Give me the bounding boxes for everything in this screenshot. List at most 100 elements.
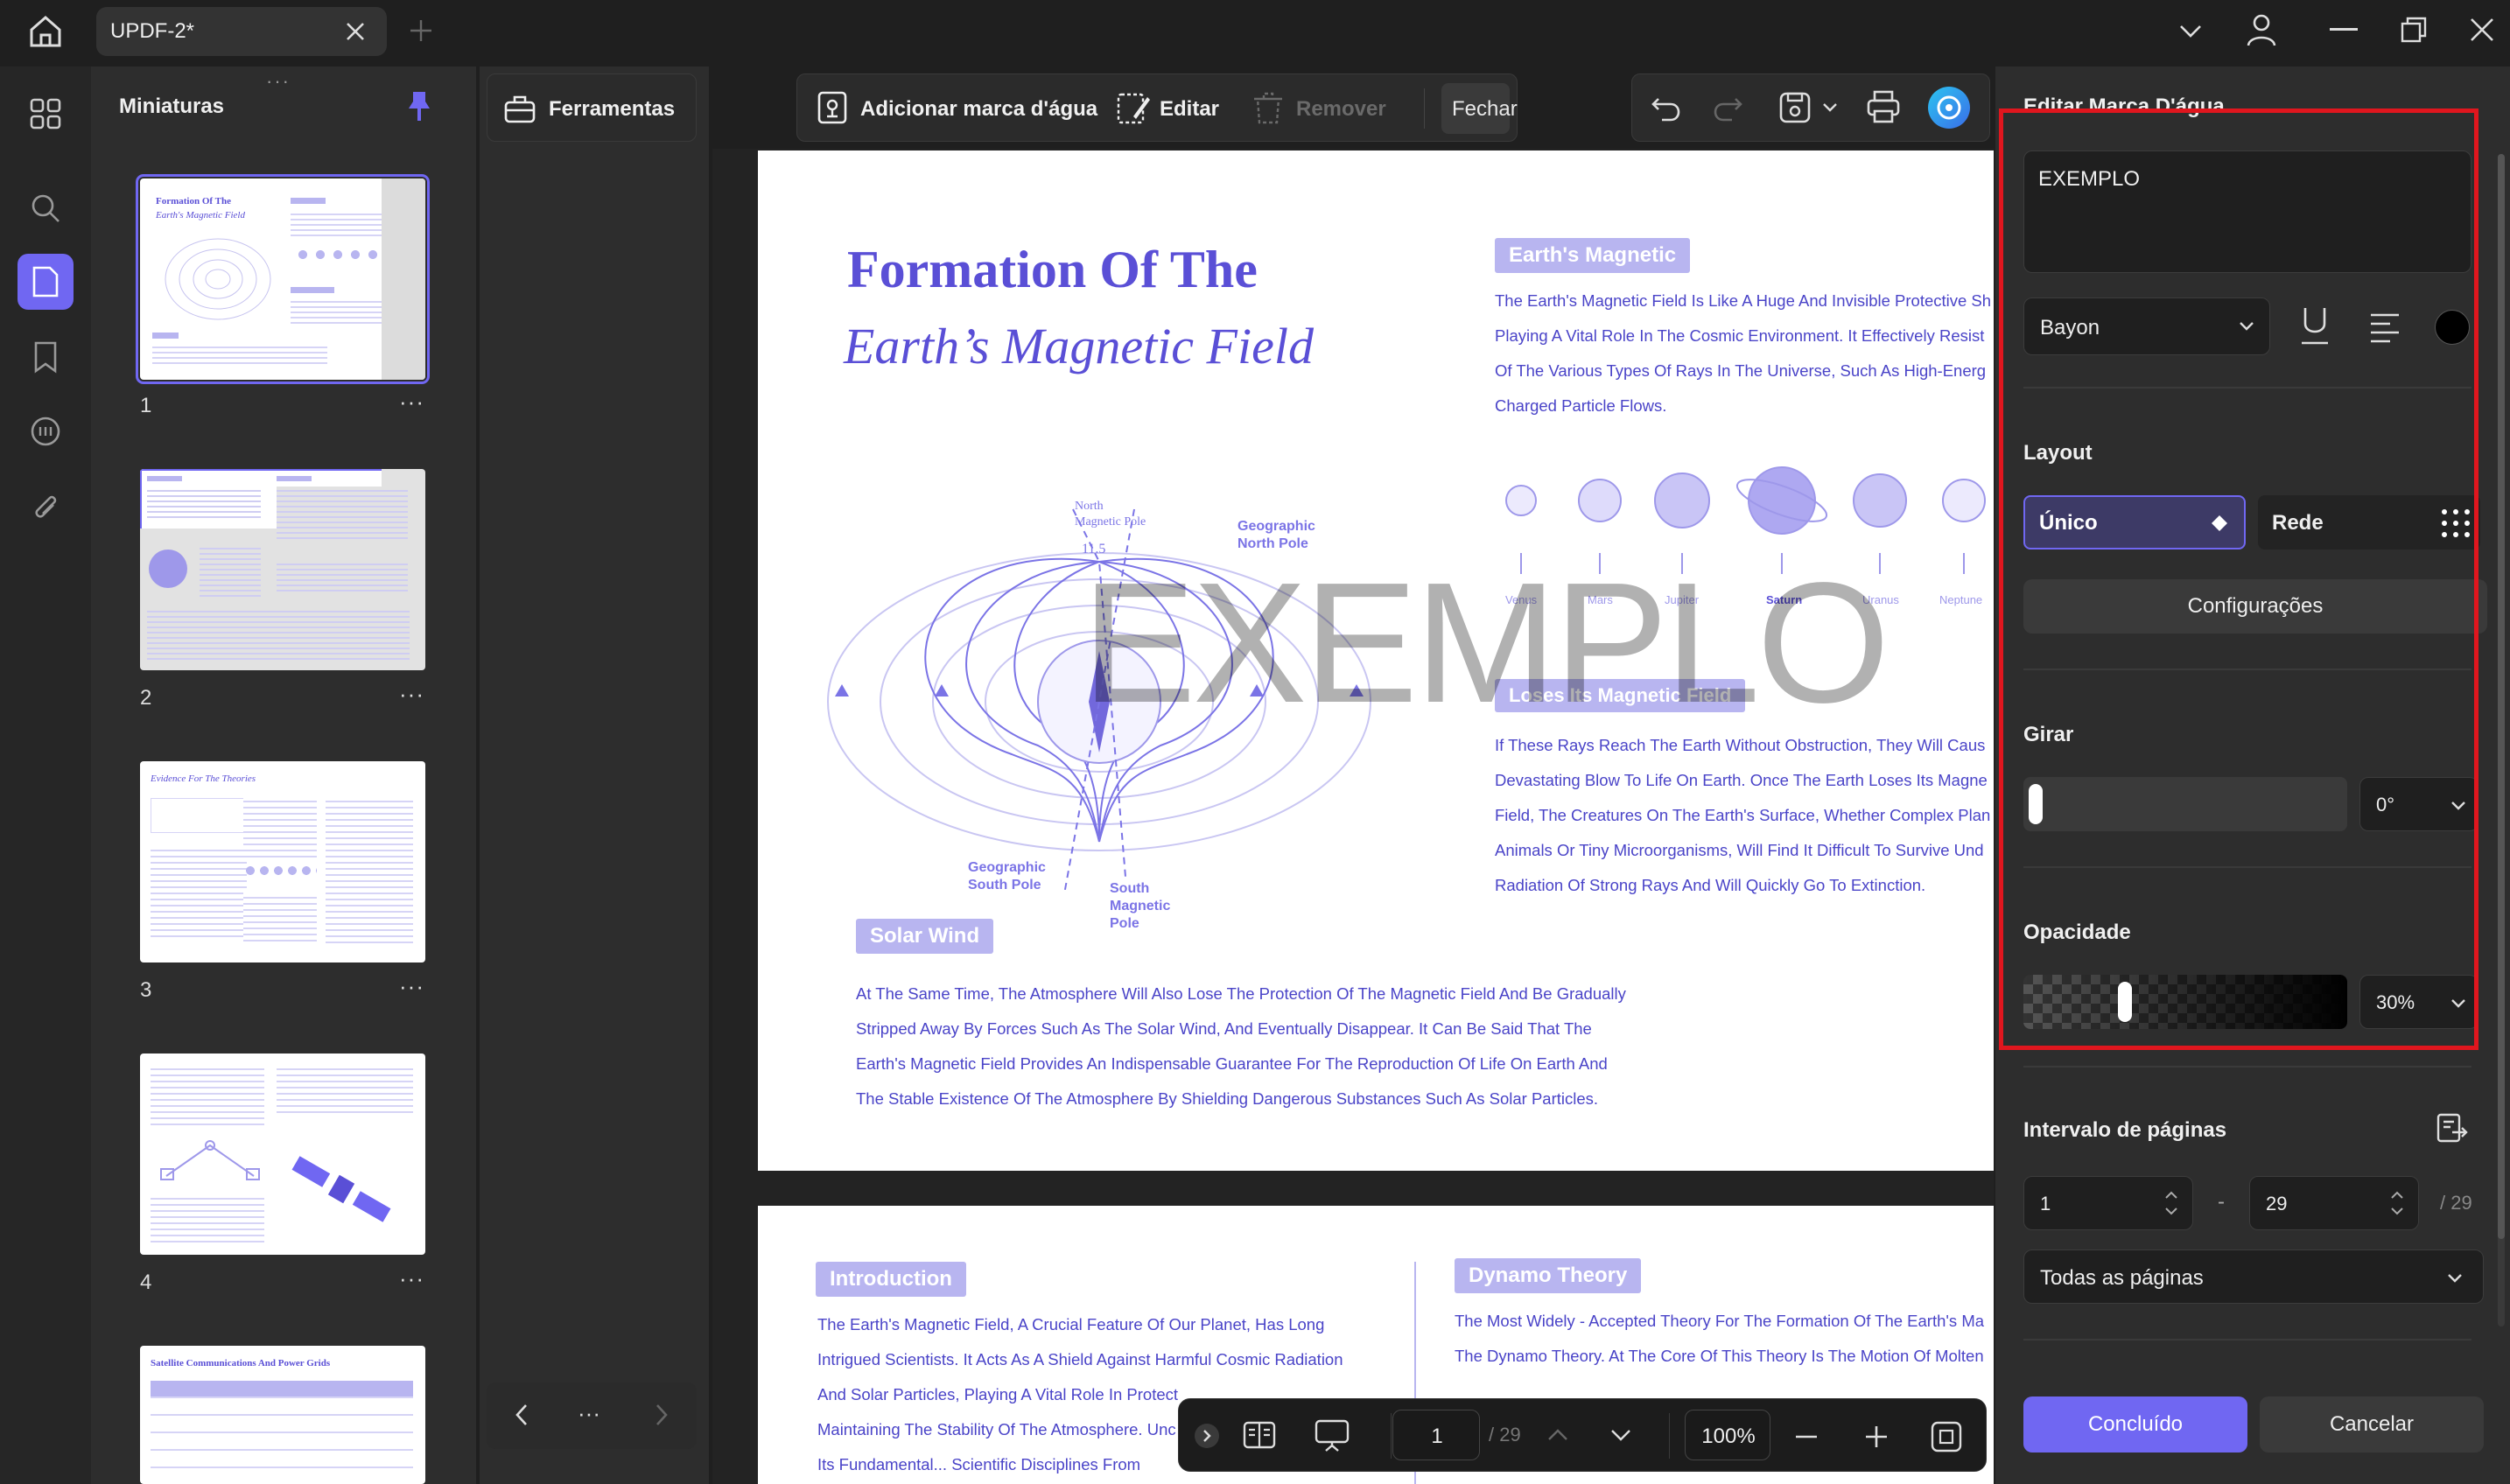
zoom-out-icon[interactable] <box>1793 1424 1819 1450</box>
print-icon[interactable] <box>1865 88 1902 125</box>
bookmark-icon[interactable] <box>18 329 74 385</box>
quick-actions-toolbar <box>1631 74 1990 142</box>
thumbnail-page-4[interactable] <box>140 1054 425 1255</box>
new-tab-icon[interactable] <box>408 18 434 44</box>
remove-button[interactable]: Remover <box>1296 97 1386 122</box>
presentation-icon[interactable] <box>1314 1418 1350 1453</box>
tools-button[interactable]: Ferramentas <box>487 74 697 142</box>
zoom-in-icon[interactable] <box>1863 1424 1890 1450</box>
pin-icon[interactable] <box>406 89 432 122</box>
layout-label: Layout <box>2023 441 2093 465</box>
resize-handle[interactable]: ··· <box>266 70 291 93</box>
page-range-icon[interactable] <box>2435 1111 2470 1146</box>
opacity-slider-handle[interactable] <box>2118 982 2132 1022</box>
tab-title: UPDF-2* <box>110 19 195 43</box>
thumbnail-page-2[interactable] <box>140 469 425 670</box>
page-subtitle: Earth’s Magnetic Field <box>844 318 1314 374</box>
minimize-icon[interactable] <box>2330 28 2358 33</box>
rotate-slider-handle[interactable] <box>2029 784 2043 824</box>
rotate-value-select[interactable]: 0° <box>2359 777 2478 831</box>
title-bar: UPDF-2* <box>0 0 2510 63</box>
tools-column: Ferramentas ··· <box>480 66 709 1484</box>
opacity-slider[interactable] <box>2023 975 2347 1029</box>
left-rail <box>0 66 91 1484</box>
collapse-bar-icon[interactable] <box>1195 1424 1219 1448</box>
paragraph-loses-field: If These Rays Reach The Earth Without Ob… <box>1495 736 1991 894</box>
underline-icon[interactable] <box>2298 304 2331 346</box>
page-title: Formation Of The <box>847 241 1258 298</box>
thumbnail-page-5[interactable]: Satellite Communications And Power Grids <box>140 1346 425 1484</box>
section-tag-solar-wind: Solar Wind <box>856 919 994 954</box>
section-tag-magnetic: Earth's Magnetic <box>1495 238 1691 273</box>
save-options-chevron-icon[interactable] <box>1821 101 1839 115</box>
zoom-level-input[interactable]: 100% <box>1685 1410 1770 1460</box>
opacity-label: Opacidade <box>2023 920 2131 944</box>
prev-page-up-icon[interactable] <box>1545 1424 1571 1445</box>
thumbnail-more-button[interactable]: ··· <box>399 681 424 708</box>
page-number-input[interactable]: 1 <box>1392 1410 1480 1460</box>
thumbnail-more-button[interactable]: ··· <box>399 1265 424 1292</box>
restore-icon[interactable] <box>2400 16 2428 44</box>
rotate-slider[interactable] <box>2023 777 2347 831</box>
add-watermark-button[interactable]: Adicionar marca d'água <box>860 97 1097 122</box>
prev-page-icon[interactable] <box>513 1402 530 1428</box>
undo-icon[interactable] <box>1650 92 1681 123</box>
selected-diamond-icon <box>2211 514 2228 532</box>
apps-icon[interactable] <box>18 86 74 142</box>
watermark-preview[interactable]: EXEMPLO <box>1082 544 1890 741</box>
home-icon[interactable] <box>26 14 65 49</box>
comment-icon[interactable] <box>18 404 74 460</box>
layout-single-option[interactable]: Único <box>2023 495 2246 550</box>
close-window-icon[interactable] <box>2468 16 2496 44</box>
next-page-down-icon[interactable] <box>1608 1425 1634 1446</box>
attachment-icon[interactable] <box>18 480 74 536</box>
section-tag-dynamo: Dynamo Theory <box>1455 1258 1642 1293</box>
section-tag-introduction: Introduction <box>816 1262 966 1297</box>
font-select[interactable]: Bayon <box>2023 298 2270 355</box>
redo-icon[interactable] <box>1713 92 1744 123</box>
next-page-icon[interactable] <box>653 1402 670 1428</box>
save-icon[interactable] <box>1777 90 1812 125</box>
page-total: / 29 <box>1489 1424 1521 1446</box>
search-icon[interactable] <box>18 180 74 236</box>
chevron-down-icon <box>2446 1271 2464 1285</box>
close-tab-icon[interactable] <box>343 19 368 44</box>
panel-scrollbar[interactable] <box>2498 154 2505 1326</box>
done-button[interactable]: Concluído <box>2023 1396 2247 1452</box>
thumbnail-page-1[interactable]: Formation Of The Earth's Magnetic Field <box>136 174 430 384</box>
chevron-down-icon <box>2238 319 2255 333</box>
stepper-icon[interactable] <box>2388 1186 2406 1221</box>
pages-select[interactable]: Todas as páginas <box>2023 1250 2484 1304</box>
page-layout-icon[interactable] <box>1242 1420 1277 1450</box>
add-watermark-icon <box>817 90 848 125</box>
user-icon[interactable] <box>2246 12 2277 47</box>
chevron-down-icon[interactable] <box>2177 19 2204 42</box>
thumbnail-more-button[interactable]: ··· <box>399 973 424 1000</box>
thumbnails-icon[interactable] <box>18 254 74 310</box>
range-to-input[interactable]: 29 <box>2249 1176 2419 1230</box>
document-tab[interactable]: UPDF-2* <box>96 7 387 56</box>
pdf-page-1: Formation Of The Earth’s Magnetic Field <box>758 150 1994 1171</box>
more-nav-button[interactable]: ··· <box>578 1400 600 1427</box>
thumbnail-page-3[interactable]: Evidence For The Theories <box>140 761 425 962</box>
cancel-button[interactable]: Cancelar <box>2260 1396 2484 1452</box>
scrollbar-thumb[interactable] <box>2498 154 2505 1239</box>
layout-grid-option[interactable]: Rede <box>2258 495 2480 550</box>
text-color-swatch[interactable] <box>2435 310 2470 345</box>
close-watermark-button[interactable]: Fechar <box>1441 83 1518 134</box>
thumbnail-number: 2 <box>140 686 152 710</box>
thumbnails-panel: ··· Miniaturas Formation Of The Earth's … <box>91 66 476 1484</box>
align-icon[interactable] <box>2368 310 2401 343</box>
thumbnail-number: 3 <box>140 978 152 1002</box>
fit-page-icon[interactable] <box>1930 1420 1963 1453</box>
stepper-icon[interactable] <box>2163 1186 2180 1221</box>
settings-button[interactable]: Configurações <box>2023 579 2487 634</box>
edit-watermark-icon <box>1116 90 1151 125</box>
watermark-text-input[interactable]: EXEMPLO <box>2023 150 2471 273</box>
opacity-value-select[interactable]: 30% <box>2359 975 2478 1029</box>
range-from-input[interactable]: 1 <box>2023 1176 2193 1230</box>
edit-button[interactable]: Editar <box>1160 97 1219 122</box>
ai-assistant-icon[interactable] <box>1928 87 1970 129</box>
rotate-label: Girar <box>2023 723 2074 746</box>
thumbnail-more-button[interactable]: ··· <box>399 388 424 416</box>
